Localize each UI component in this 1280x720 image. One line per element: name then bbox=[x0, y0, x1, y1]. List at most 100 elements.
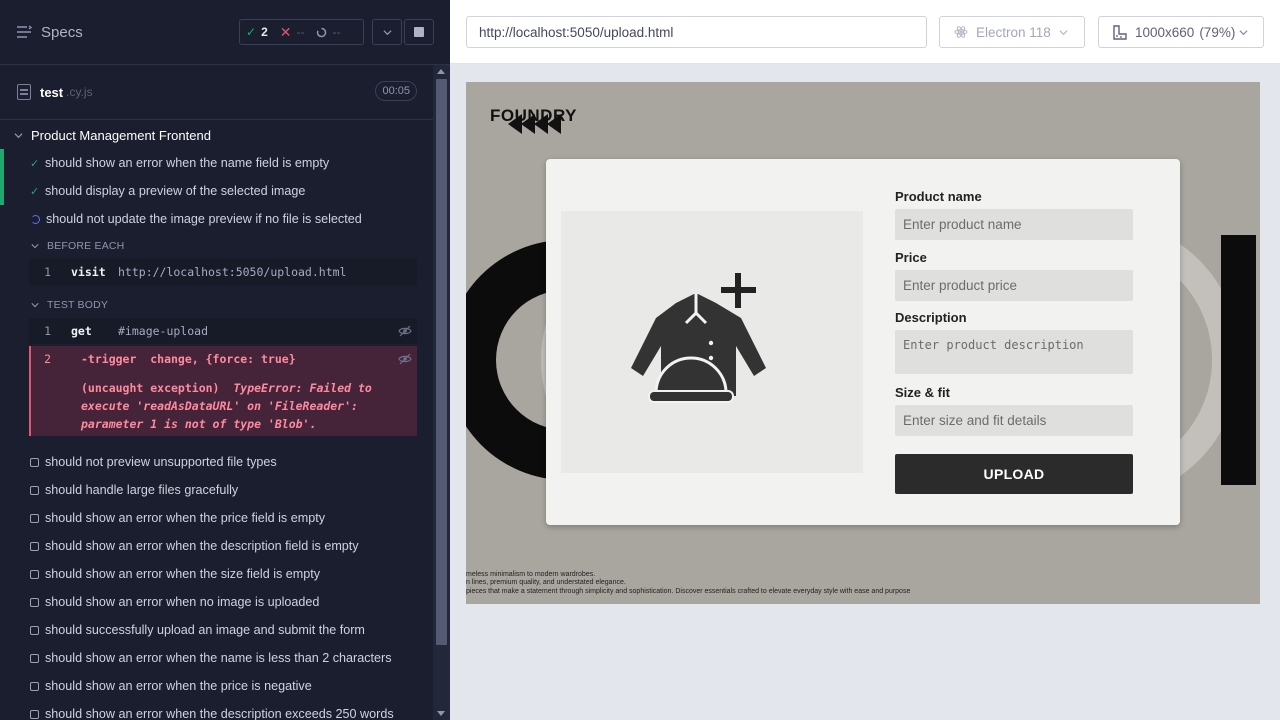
scroll-up-arrow-icon[interactable] bbox=[437, 69, 445, 74]
spec-name: test bbox=[40, 84, 64, 100]
test-item-pending[interactable]: should handle large files gracefully bbox=[0, 476, 433, 504]
error-command: -trigger change, {force: true} bbox=[81, 352, 296, 366]
pending-stat: -- bbox=[310, 25, 346, 39]
url-bar[interactable]: http://localhost:5050/upload.html bbox=[466, 16, 927, 48]
test-item-pending[interactable]: should not preview unsupported file type… bbox=[0, 448, 433, 476]
command-row-error[interactable]: 2 -trigger change, {force: true} (uncaug… bbox=[29, 346, 417, 436]
test-item-pending[interactable]: should show an error when the descriptio… bbox=[0, 700, 433, 720]
upload-button[interactable]: UPLOAD bbox=[895, 454, 1133, 494]
price-label: Price bbox=[895, 250, 927, 265]
test-stats: ✓ 2 ✕ -- -- bbox=[239, 19, 364, 45]
command-name: get bbox=[71, 324, 92, 338]
test-item-pending[interactable]: should show an error when the name is le… bbox=[0, 644, 433, 672]
viewport-size: 1000x660 bbox=[1135, 24, 1195, 40]
aut-toolbar: http://localhost:5050/upload.html Electr… bbox=[450, 0, 1280, 64]
spec-extension: .cy.js bbox=[66, 85, 93, 99]
chevron-down-icon bbox=[14, 132, 23, 138]
stop-icon bbox=[414, 27, 424, 37]
before-each-hook[interactable]: BEFORE EACH bbox=[31, 240, 124, 252]
spinner-icon bbox=[317, 27, 327, 37]
stop-button[interactable] bbox=[404, 19, 434, 45]
test-label: should show an error when the name field… bbox=[45, 156, 330, 170]
test-item-pending[interactable]: should show an error when the size field… bbox=[0, 560, 433, 588]
test-item-pending[interactable]: should show an error when the price is n… bbox=[0, 672, 433, 700]
reporter-scrollbar[interactable] bbox=[433, 65, 450, 720]
pending-icon bbox=[30, 541, 39, 551]
pending-icon bbox=[30, 653, 39, 663]
brand-logo[interactable]: FOUNDRY bbox=[490, 106, 577, 126]
footer-text-line: pieces that make a statement through sim… bbox=[466, 588, 911, 595]
chevron-down-icon bbox=[1059, 29, 1068, 35]
reporter-panel: Specs ✓ 2 ✕ -- -- test .cy.js 00:05 Prod… bbox=[0, 0, 450, 720]
test-body-label: TEST BODY bbox=[47, 299, 109, 311]
ruler-icon bbox=[1113, 24, 1127, 40]
command-arg: http://localhost:5050/upload.html bbox=[118, 265, 347, 279]
pending-icon bbox=[30, 485, 39, 495]
eye-slash-icon[interactable] bbox=[398, 324, 412, 338]
image-preview[interactable] bbox=[561, 211, 863, 473]
product-name-input[interactable] bbox=[895, 209, 1133, 240]
clothing-upload-icon bbox=[631, 273, 766, 403]
test-item-passed[interactable]: ✓ should show an error when the name fie… bbox=[0, 149, 433, 177]
test-item-pending[interactable]: should show an error when the descriptio… bbox=[0, 532, 433, 560]
check-icon: ✓ bbox=[246, 25, 257, 39]
command-row-get[interactable]: 1 get #image-upload bbox=[29, 318, 417, 344]
test-label: should not update the image preview if n… bbox=[46, 212, 362, 226]
error-prefix: (uncaught exception) bbox=[81, 381, 220, 395]
upload-card: Product name Price Description Size & fi… bbox=[546, 159, 1180, 525]
failed-stat: ✕ -- bbox=[274, 24, 311, 41]
test-item-pending[interactable]: should successfully upload an image and … bbox=[0, 616, 433, 644]
command-arg: #image-upload bbox=[118, 324, 209, 338]
browser-selector[interactable]: Electron 118 bbox=[939, 16, 1085, 48]
pending-icon bbox=[30, 513, 39, 523]
check-icon: ✓ bbox=[30, 157, 40, 170]
test-label: should successfully upload an image and … bbox=[45, 623, 365, 637]
pending-count: -- bbox=[332, 25, 341, 39]
browser-name: Electron 118 bbox=[976, 24, 1051, 40]
command-row-visit[interactable]: 1 visit http://localhost:5050/upload.htm… bbox=[29, 259, 417, 285]
test-item-pending[interactable]: should show an error when no image is up… bbox=[0, 588, 433, 616]
size-fit-label: Size & fit bbox=[895, 385, 950, 400]
command-number: 1 bbox=[44, 265, 51, 279]
test-label: should handle large files gracefully bbox=[45, 483, 239, 497]
pending-icon bbox=[30, 625, 39, 635]
test-item-running[interactable]: should not update the image preview if n… bbox=[0, 205, 433, 233]
viewport-selector[interactable]: 1000x660 (79%) bbox=[1098, 16, 1264, 48]
expand-toggle-button[interactable] bbox=[372, 19, 402, 45]
eye-slash-icon[interactable] bbox=[398, 352, 412, 366]
pending-icon bbox=[30, 569, 39, 579]
specs-label[interactable]: Specs bbox=[41, 24, 83, 41]
scroll-thumb[interactable] bbox=[436, 79, 447, 645]
footer-text-line: n lines, premium quality, and understate… bbox=[466, 579, 626, 586]
pending-icon bbox=[30, 709, 39, 719]
specs-list-icon[interactable] bbox=[16, 25, 32, 39]
test-label: should show an error when the descriptio… bbox=[45, 707, 394, 720]
spec-file-row[interactable]: test .cy.js 00:05 bbox=[0, 65, 433, 120]
pending-icon bbox=[30, 457, 39, 467]
reporter-header: Specs ✓ 2 ✕ -- -- bbox=[0, 0, 450, 65]
test-label: should show an error when the descriptio… bbox=[45, 539, 359, 553]
url-text: http://localhost:5050/upload.html bbox=[479, 24, 674, 40]
error-type: TypeError: bbox=[233, 381, 303, 395]
test-item-passed[interactable]: ✓ should display a preview of the select… bbox=[0, 177, 433, 205]
command-number: 2 bbox=[44, 352, 51, 366]
error-message: (uncaught exception) TypeError: Failed t… bbox=[81, 379, 391, 433]
suite-title[interactable]: Product Management Frontend bbox=[0, 124, 211, 146]
pending-icon bbox=[30, 597, 39, 607]
test-label: should show an error when the price fiel… bbox=[45, 511, 326, 525]
check-icon: ✓ bbox=[30, 185, 40, 198]
price-input[interactable] bbox=[895, 270, 1133, 301]
description-textarea[interactable] bbox=[895, 330, 1133, 374]
running-spinner-icon bbox=[31, 214, 40, 224]
description-label: Description bbox=[895, 310, 967, 325]
scroll-down-arrow-icon[interactable] bbox=[437, 711, 445, 716]
test-body-hook[interactable]: TEST BODY bbox=[31, 299, 108, 311]
test-item-pending[interactable]: should show an error when the price fiel… bbox=[0, 504, 433, 532]
size-fit-input[interactable] bbox=[895, 405, 1133, 436]
test-label: should show an error when the size field… bbox=[45, 567, 321, 581]
chevron-down-icon bbox=[31, 244, 39, 249]
command-number: 1 bbox=[44, 324, 51, 338]
app-under-test-frame: FOUNDRY meless minimalism to modern ward… bbox=[466, 82, 1260, 604]
test-label: should show an error when the name is le… bbox=[45, 651, 392, 665]
viewport-zoom: (79%) bbox=[1199, 24, 1236, 40]
